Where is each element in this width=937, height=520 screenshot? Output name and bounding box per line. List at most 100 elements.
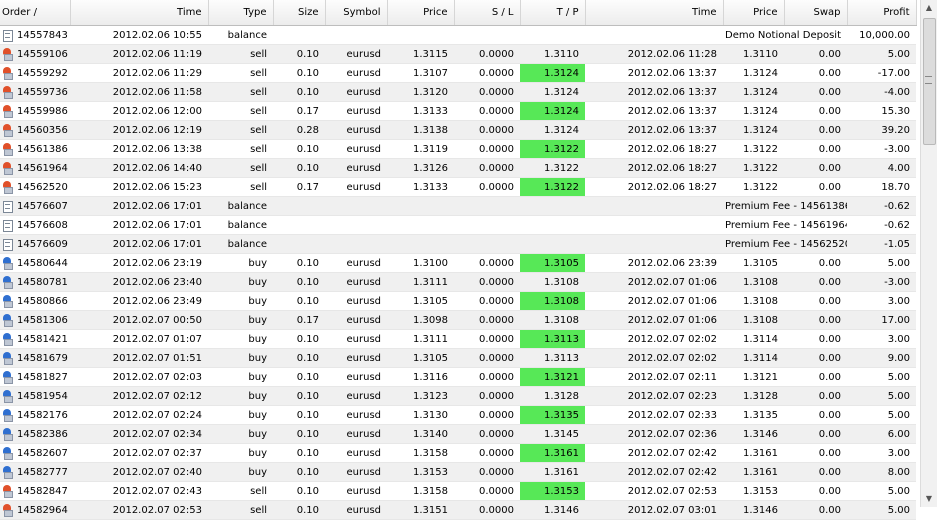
table-row[interactable]: 14582777 2012.02.07 02:40 buy 0.10 eurusd 1.3… [0,462,916,482]
cell-time: 2012.02.06 15:23 [70,177,208,197]
cell-tp: 1.3124 [520,120,585,140]
cell-size: 0.17 [273,177,325,197]
table-row[interactable]: 14581421 2012.02.07 01:07 buy 0.10 eurusd 1.3… [0,329,916,349]
cell-tp: 1.3113 [520,348,585,368]
table-row[interactable]: 14581954 2012.02.07 02:12 buy 0.10 eurusd 1.3… [0,386,916,406]
cell-symbol: eurusd [325,462,387,482]
table-row[interactable]: 14580644 2012.02.06 23:19 buy 0.10 eurusd 1.3… [0,253,916,273]
cell-symbol: eurusd [325,272,387,292]
cell-order: 14580781 [0,272,70,292]
order-number: 14582607 [17,447,68,459]
cell-symbol: eurusd [325,405,387,425]
table-row[interactable]: 14581827 2012.02.07 02:03 buy 0.10 eurusd 1.3… [0,367,916,387]
cell-type: balance [208,215,273,235]
table-row[interactable]: 14582386 2012.02.07 02:34 buy 0.10 eurusd 1.3… [0,424,916,444]
cell-order: 14576609 [0,234,70,254]
cell-time: 2012.02.06 14:40 [70,158,208,178]
cell-symbol: eurusd [325,481,387,501]
column-header-sl[interactable]: S / L [454,0,521,26]
table-row[interactable]: 14582607 2012.02.07 02:37 buy 0.10 eurusd 1.3… [0,443,916,463]
column-header-time[interactable]: Time [70,0,209,26]
table-row[interactable]: 14561386 2012.02.06 13:38 sell 0.10 eurusd 1.… [0,139,916,159]
cell-order: 14581827 [0,367,70,387]
order-number: 14561386 [17,143,68,155]
cell-swap: 0.00 [784,310,847,330]
table-row[interactable]: 14562520 2012.02.06 15:23 sell 0.17 eurusd 1.… [0,177,916,197]
table-row[interactable]: 14581306 2012.02.07 00:50 buy 0.17 eurusd 1.3… [0,310,916,330]
buy-deal-icon [2,295,13,308]
table-row[interactable]: 14582964 2012.02.07 02:53 sell 0.10 eurusd 1.… [0,500,916,520]
order-number: 14559736 [17,86,68,98]
cell-sl: 0.0000 [454,462,520,482]
column-header-size[interactable]: Size [273,0,326,26]
cell-profit: 5.00 [847,367,916,387]
order-number: 14580866 [17,295,68,307]
cell-profit: 3.00 [847,329,916,349]
sell-deal-icon [2,162,13,175]
cell-swap: 0.00 [784,462,847,482]
column-header-cprice[interactable]: Price [723,0,785,26]
cell-time: 2012.02.06 11:58 [70,82,208,102]
cell-profit: 5.00 [847,500,916,520]
column-header-order[interactable]: Order / [0,0,71,26]
column-header-swap[interactable]: Swap [784,0,848,26]
table-row[interactable]: 14559106 2012.02.06 11:19 sell 0.10 eurusd 1.… [0,44,916,64]
table-row[interactable]: 14581679 2012.02.07 01:51 buy 0.10 eurusd 1.3… [0,348,916,368]
table-row[interactable]: 14557843 2012.02.06 10:55 balance Demo Noti… [0,25,916,45]
cell-cprice: 1.3114 [723,348,784,368]
order-number: 14582386 [17,428,68,440]
cell-tp: 1.3108 [520,272,585,292]
buy-deal-icon [2,371,13,384]
table-row[interactable]: 14576608 2012.02.06 17:01 balance Premium F… [0,215,916,235]
cell-symbol: eurusd [325,348,387,368]
buy-deal-icon [2,352,13,365]
cell-type: buy [208,405,273,425]
cell-ctime: 2012.02.07 02:23 [585,386,723,406]
cell-symbol: eurusd [325,424,387,444]
table-row[interactable]: 14580866 2012.02.06 23:49 buy 0.10 eurusd 1.3… [0,291,916,311]
scroll-down-arrow-icon[interactable]: ▼ [921,491,937,507]
cell-swap: 0.00 [784,272,847,292]
table-row[interactable]: 14576609 2012.02.06 17:01 balance Premium F… [0,234,916,254]
cell-profit: 8.00 [847,462,916,482]
table-row[interactable]: 14559986 2012.02.06 12:00 sell 0.17 eurusd 1.… [0,101,916,121]
table-body: 14557843 2012.02.06 10:55 balance Demo Noti… [0,25,916,520]
table-row[interactable]: 14559292 2012.02.06 11:29 sell 0.10 eurusd 1.… [0,63,916,83]
cell-cprice: 1.3122 [723,139,784,159]
scroll-up-arrow-icon[interactable]: ▲ [921,0,937,16]
table-row[interactable]: 14582847 2012.02.07 02:43 sell 0.10 eurusd 1.… [0,481,916,501]
cell-ctime: 2012.02.07 02:02 [585,348,723,368]
balance-deal-icon [2,29,13,42]
cell-time: 2012.02.06 11:29 [70,63,208,83]
cell-order: 14559736 [0,82,70,102]
table-row[interactable]: 14560356 2012.02.06 12:19 sell 0.28 eurusd 1.… [0,120,916,140]
cell-ctime: 2012.02.06 18:27 [585,158,723,178]
column-header-tp[interactable]: T / P [520,0,586,26]
cell-time: 2012.02.06 23:49 [70,291,208,311]
order-number: 14559106 [17,48,68,60]
order-number: 14559986 [17,105,68,117]
sell-deal-icon [2,485,13,498]
cell-cprice: 1.3124 [723,63,784,83]
cell-order: 14560356 [0,120,70,140]
column-header-symbol[interactable]: Symbol [325,0,388,26]
column-header-price[interactable]: Price [387,0,455,26]
column-header-ctime[interactable]: Time [585,0,724,26]
cell-profit: -4.00 [847,82,916,102]
cell-time: 2012.02.06 17:01 [70,215,208,235]
column-header-profit[interactable]: Profit [847,0,917,26]
table-row[interactable]: 14580781 2012.02.06 23:40 buy 0.10 eurusd 1.3… [0,272,916,292]
cell-swap: 0.00 [784,367,847,387]
cell-ctime [585,25,723,45]
cell-size: 0.10 [273,329,325,349]
vertical-scrollbar[interactable]: ▲ ▼ [920,0,937,507]
table-row[interactable]: 14561964 2012.02.06 14:40 sell 0.10 eurusd 1.… [0,158,916,178]
column-header-type[interactable]: Type [208,0,274,26]
cell-size: 0.10 [273,253,325,273]
cell-profit: 15.30 [847,101,916,121]
cell-swap: 0.00 [784,120,847,140]
table-row[interactable]: 14582176 2012.02.07 02:24 buy 0.10 eurusd 1.3… [0,405,916,425]
table-row[interactable]: 14576607 2012.02.06 17:01 balance Premium F… [0,196,916,216]
table-row[interactable]: 14559736 2012.02.06 11:58 sell 0.10 eurusd 1.… [0,82,916,102]
cell-profit: 5.00 [847,405,916,425]
